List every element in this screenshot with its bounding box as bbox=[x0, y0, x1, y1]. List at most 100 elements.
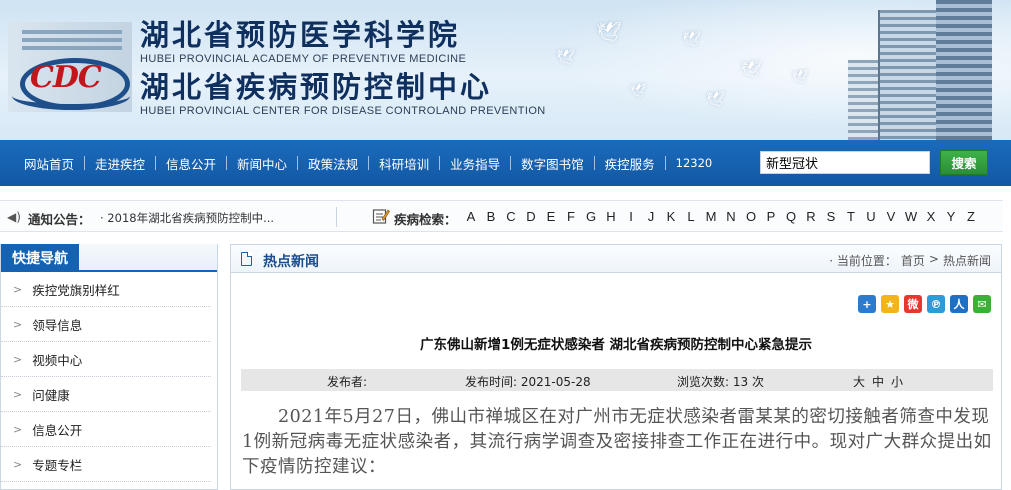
sidebar-item-party[interactable]: > 疾控党旗别样红 bbox=[1, 272, 211, 307]
breadcrumb: · 当前位置： 首页 > 热点新闻 bbox=[829, 252, 991, 269]
renren-icon[interactable]: 人 bbox=[950, 295, 968, 313]
chevron-right-icon: > bbox=[13, 422, 23, 436]
cdc-title-en: HUBEI PROVINCIAL CENTER FOR DISEASE CONT… bbox=[140, 105, 546, 117]
letter-index-z[interactable]: Z bbox=[961, 209, 981, 224]
letter-index-c[interactable]: C bbox=[501, 209, 521, 224]
wechat-icon[interactable]: ✉ bbox=[973, 295, 991, 313]
breadcrumb-prefix: · 当前位置： bbox=[829, 254, 897, 268]
sidebar-item-video[interactable]: > 视频中心 bbox=[1, 342, 211, 377]
letter-index-w[interactable]: W bbox=[901, 209, 921, 224]
nav-item-library[interactable]: 数字图书馆 bbox=[511, 154, 594, 173]
letter-index-v[interactable]: V bbox=[881, 209, 901, 224]
sidebar-item-health-qa[interactable]: > 问健康 bbox=[1, 377, 211, 412]
nav-item-news[interactable]: 新闻中心 bbox=[227, 154, 297, 173]
dove-icon: 🕊 bbox=[792, 70, 809, 85]
tencent-weibo-icon[interactable]: ℗ bbox=[927, 295, 945, 313]
letter-index-h[interactable]: H bbox=[601, 209, 621, 224]
letter-index-m[interactable]: M bbox=[701, 209, 721, 224]
letter-index-y[interactable]: Y bbox=[941, 209, 961, 224]
sidebar-item-label: 问健康 bbox=[32, 387, 70, 403]
chevron-right-icon: > bbox=[13, 457, 23, 471]
dove-icon: 🕊 bbox=[682, 30, 702, 48]
nav-item-about[interactable]: 走进疾控 bbox=[85, 154, 155, 173]
article-title: 广东佛山新增1例无症状感染者 湖北省疾病预防控制中心紧急提示 bbox=[419, 337, 813, 353]
share-plus-icon[interactable]: + bbox=[858, 295, 876, 313]
dove-icon: 🕊 bbox=[740, 60, 762, 80]
letter-index-s[interactable]: S bbox=[821, 209, 841, 224]
font-size-large[interactable]: 大 bbox=[853, 373, 865, 390]
speaker-icon: ◀) bbox=[7, 210, 21, 224]
publish-time: 发布时间: 2021-05-28 bbox=[465, 375, 591, 389]
sidebar-item-info-public[interactable]: > 信息公开 bbox=[1, 412, 211, 447]
letter-index-o[interactable]: O bbox=[741, 209, 761, 224]
letter-index-a[interactable]: A bbox=[461, 209, 481, 224]
letter-index-u[interactable]: U bbox=[861, 209, 881, 224]
site-titles: 湖北省预防医学科学院 HUBEI PROVINCIAL ACADEMY OF P… bbox=[140, 18, 546, 118]
logo-text: CDC bbox=[30, 60, 102, 95]
chevron-right-icon: > bbox=[13, 282, 23, 296]
qzone-icon[interactable]: ★ bbox=[881, 295, 899, 313]
cdc-logo[interactable]: CDC bbox=[8, 20, 132, 116]
search-button[interactable]: 搜索 bbox=[940, 150, 988, 175]
letter-index-t[interactable]: T bbox=[841, 209, 861, 224]
notice-label: 通知公告： bbox=[28, 212, 91, 227]
sidebar-header: 快捷导航 bbox=[1, 244, 217, 272]
letter-index-n[interactable]: N bbox=[721, 209, 741, 224]
breadcrumb-home-link[interactable]: 首页 bbox=[901, 252, 925, 269]
letter-index-f[interactable]: F bbox=[561, 209, 581, 224]
letter-index-g[interactable]: G bbox=[581, 209, 601, 224]
academy-title-en: HUBEI PROVINCIAL ACADEMY OF PREVENTIVE M… bbox=[140, 53, 467, 65]
building-image bbox=[848, 0, 1008, 140]
sidebar-item-topics[interactable]: > 专题专栏 bbox=[1, 447, 211, 482]
weibo-icon[interactable]: 微 bbox=[904, 295, 922, 313]
letter-index-d[interactable]: D bbox=[521, 209, 541, 224]
notice-link[interactable]: · 2018年湖北省疾病预防控制中... bbox=[100, 210, 274, 226]
chevron-right-icon: > bbox=[13, 352, 23, 366]
article-body: 2021年5月27日，佛山市禅城区在对广州市无症状感染者雷某某的密切接触者筛查中… bbox=[242, 407, 992, 477]
letter-index-j[interactable]: J bbox=[641, 209, 661, 224]
sidebar-item-leaders[interactable]: > 领导信息 bbox=[1, 307, 211, 342]
chevron-right-icon: > bbox=[13, 387, 23, 401]
nav-item-policy[interactable]: 政策法规 bbox=[298, 154, 368, 173]
chevron-right-icon: > bbox=[13, 317, 23, 331]
main-nav: 网站首页 走进疾控 信息公开 新闻中心 政策法规 科研培训 业务指导 数字图书馆… bbox=[0, 140, 1011, 186]
disease-index-label: 疾病检索： bbox=[394, 212, 457, 227]
disease-index-icon bbox=[372, 209, 390, 224]
section-title: 热点新闻 bbox=[263, 254, 319, 270]
nav-item-info[interactable]: 信息公开 bbox=[156, 154, 226, 173]
sidebar-item-label: 专题专栏 bbox=[32, 457, 83, 473]
nav-item-research[interactable]: 科研培训 bbox=[369, 154, 439, 173]
letter-index-e[interactable]: E bbox=[541, 209, 561, 224]
letter-index-x[interactable]: X bbox=[921, 209, 941, 224]
letter-index-l[interactable]: L bbox=[681, 209, 701, 224]
letter-index-k[interactable]: K bbox=[661, 209, 681, 224]
sidebar-title: 快捷导航 bbox=[1, 244, 79, 272]
building-tower bbox=[936, 0, 992, 140]
letter-index-i[interactable]: I bbox=[621, 209, 641, 224]
cdc-title-cn: 湖北省疾病预防控制中心 bbox=[140, 70, 493, 104]
nav-items: 网站首页 走进疾控 信息公开 新闻中心 政策法规 科研培训 业务指导 数字图书馆… bbox=[14, 140, 722, 186]
site-banner: CDC 湖北省预防医学科学院 HUBEI PROVINCIAL ACADEMY … bbox=[0, 0, 1011, 140]
view-count: 浏览次数: 13 次 bbox=[677, 375, 764, 389]
letter-index-r[interactable]: R bbox=[801, 209, 821, 224]
letter-index-p[interactable]: P bbox=[761, 209, 781, 224]
sidebar-list: > 疾控党旗别样红 > 领导信息 > 视频中心 > 问健康 > 信息公开 > 专题专栏 bbox=[1, 272, 217, 482]
font-size-medium[interactable]: 中 bbox=[872, 373, 884, 390]
letter-index-b[interactable]: B bbox=[481, 209, 501, 224]
nav-item-services[interactable]: 疾控服务 bbox=[595, 154, 665, 173]
search-input[interactable] bbox=[760, 151, 930, 174]
nav-item-guidance[interactable]: 业务指导 bbox=[440, 154, 510, 173]
letter-index-q[interactable]: Q bbox=[781, 209, 801, 224]
nav-item-hotline[interactable]: 12320 bbox=[666, 156, 723, 170]
article-meta: 发布者: 发布时间: 2021-05-28 浏览次数: 13 次 大 中 小 bbox=[241, 369, 993, 391]
font-size-small[interactable]: 小 bbox=[891, 373, 903, 390]
logo-stripe bbox=[22, 30, 122, 34]
quick-nav-sidebar: 快捷导航 > 疾控党旗别样红 > 领导信息 > 视频中心 > 问健康 > 信息公开 > 专题… bbox=[0, 244, 218, 490]
breadcrumb-separator: > bbox=[928, 252, 939, 266]
breadcrumb-current-link[interactable]: 热点新闻 bbox=[943, 252, 991, 269]
building-tower bbox=[878, 10, 938, 140]
logo-stripe bbox=[22, 38, 122, 42]
content-header: 热点新闻 · 当前位置： 首页 > 热点新闻 bbox=[231, 245, 1001, 273]
nav-item-home[interactable]: 网站首页 bbox=[14, 154, 84, 173]
notice-divider bbox=[336, 207, 337, 227]
